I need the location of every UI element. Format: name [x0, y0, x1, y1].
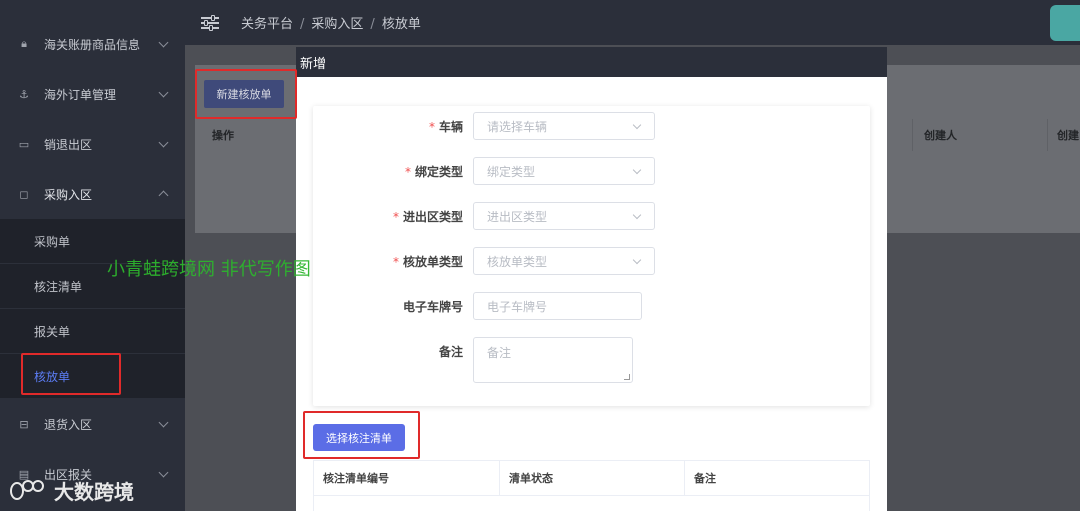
chevron-down-icon: [632, 120, 642, 130]
highlight-box: [303, 411, 420, 459]
field-label: * 核放单类型: [393, 253, 463, 270]
form-row-binding-type: * 绑定类型 绑定类型: [313, 157, 870, 185]
sidebar-item-return-in[interactable]: ⊟ 退货入区: [0, 402, 185, 446]
field-label-text: 绑定类型: [414, 164, 463, 179]
checklist-table-body: [313, 496, 870, 511]
anchor-icon: ⚓︎: [19, 87, 29, 101]
divider: [1047, 119, 1048, 151]
form-card: * 车辆 请选择车辆 * 绑定类型 绑定类型 * 进出区类型 进出区类型 * 核放单类型…: [313, 106, 870, 406]
avatar[interactable]: [1050, 5, 1080, 41]
remark-textarea[interactable]: 备注: [473, 337, 633, 383]
sidebar-item-return-out[interactable]: ▭ 销退出区: [0, 122, 185, 166]
sidebar-item-customs-goods[interactable]: 🔒︎ 海关账册商品信息: [0, 22, 185, 66]
chevron-down-icon: [158, 137, 169, 148]
sidebar-subitem-label: 核注清单: [34, 279, 83, 294]
select-placeholder: 请选择车辆: [487, 119, 548, 134]
field-label-text: 核放单类型: [402, 254, 463, 269]
select-placeholder: 核放单类型: [487, 254, 548, 269]
input-placeholder: 电子车牌号: [487, 299, 548, 314]
form-row-remark: 备注 备注: [313, 337, 870, 383]
breadcrumb-item[interactable]: 关务平台: [241, 17, 293, 32]
chevron-down-icon: [158, 37, 169, 48]
select-placeholder: 绑定类型: [487, 164, 536, 179]
plate-number-input[interactable]: 电子车牌号: [473, 292, 642, 320]
field-label: * 车辆: [429, 118, 463, 135]
breadcrumb-item: 核放单: [381, 17, 421, 32]
top-bar: 关务平台 / 采购入区 / 核放单: [185, 0, 1080, 45]
chevron-up-icon: [158, 190, 169, 201]
column-header: 备注: [694, 472, 716, 485]
highlight-box: [195, 69, 297, 119]
release-type-select[interactable]: 核放单类型: [473, 247, 655, 275]
form-row-vehicle: * 车辆 请选择车辆: [313, 112, 870, 140]
sidebar-item-label: 销退出区: [44, 137, 93, 152]
required-mark: *: [392, 209, 399, 224]
field-label: * 进出区类型: [393, 208, 463, 225]
table-header-created: 创建: [1057, 129, 1079, 142]
table-header-actions: 操作: [212, 129, 234, 142]
breadcrumb-separator: /: [370, 17, 375, 32]
logo-icon: [8, 478, 48, 504]
breadcrumb: 关务平台 / 采购入区 / 核放单: [241, 13, 421, 32]
divider: [912, 119, 913, 151]
field-label-text: 进出区类型: [402, 209, 463, 224]
resize-handle-icon[interactable]: [624, 374, 630, 380]
square-icon: ◻︎: [19, 187, 29, 201]
io-type-select[interactable]: 进出区类型: [473, 202, 655, 230]
chevron-down-icon: [632, 210, 642, 220]
logo-text: 大数跨境: [54, 480, 134, 504]
sidebar-item-purchase-in[interactable]: ◻︎ 采购入区: [0, 172, 185, 216]
sidebar-item-label: 采购入区: [44, 187, 93, 202]
form-row-release-type: * 核放单类型 核放单类型: [313, 247, 870, 275]
required-mark: *: [392, 254, 399, 269]
field-label: 备注: [438, 344, 463, 359]
binding-type-select[interactable]: 绑定类型: [473, 157, 655, 185]
return-icon: ⊟: [19, 417, 29, 431]
chevron-down-icon: [158, 417, 169, 428]
required-mark: *: [428, 119, 435, 134]
column-header: 清单状态: [500, 461, 685, 495]
sidebar-subitem-label: 报关单: [34, 324, 71, 339]
sidebar-item-label: 海外订单管理: [44, 87, 117, 102]
form-row-io-type: * 进出区类型 进出区类型: [313, 202, 870, 230]
chevron-down-icon: [158, 467, 169, 478]
table-header-creator: 创建人: [924, 129, 957, 142]
column-header: 核注清单编号: [314, 461, 500, 495]
field-label-text: 车辆: [438, 119, 463, 134]
watermark-text: 小青蛙跨境网 非代写作图: [107, 259, 311, 280]
vehicle-select[interactable]: 请选择车辆: [473, 112, 655, 140]
sidebar-subitem-declaration[interactable]: 报关单: [0, 309, 185, 353]
card-icon: ▭: [18, 137, 30, 151]
textarea-placeholder: 备注: [487, 346, 512, 360]
field-label: 电子车牌号: [402, 299, 463, 314]
menu-toggle-icon[interactable]: [201, 14, 219, 31]
chevron-down-icon: [632, 165, 642, 175]
required-mark: *: [404, 164, 411, 179]
chevron-down-icon: [158, 87, 169, 98]
breadcrumb-separator: /: [300, 17, 305, 32]
sidebar-item-overseas-orders[interactable]: ⚓︎ 海外订单管理: [0, 72, 185, 116]
select-placeholder: 进出区类型: [487, 209, 548, 224]
form-row-plate-number: 电子车牌号 电子车牌号: [313, 292, 870, 320]
chevron-down-icon: [632, 255, 642, 265]
lock-icon: 🔒︎: [21, 37, 27, 50]
checklist-table-header: 核注清单编号 清单状态 备注: [313, 460, 870, 496]
breadcrumb-item[interactable]: 采购入区: [311, 17, 363, 32]
watermark-logo: 大数跨境: [8, 476, 134, 505]
dialog-title: 新增: [296, 47, 887, 77]
field-label: * 绑定类型: [405, 163, 463, 180]
sidebar-subitem-label: 采购单: [34, 234, 71, 249]
sidebar-item-label: 退货入区: [44, 417, 93, 432]
sidebar-item-label: 海关账册商品信息: [44, 37, 141, 52]
highlight-box: [21, 353, 121, 395]
